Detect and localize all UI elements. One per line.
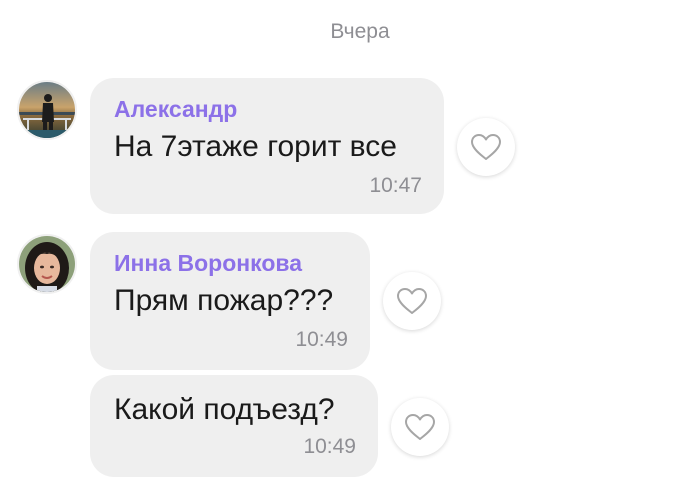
sender-name[interactable]: Инна Воронкова [114,250,302,277]
message-bubble-3[interactable]: Какой подъезд? 10:49 [90,375,378,477]
message-text: Прям пожар??? [114,284,334,317]
date-separator-label: Вчера [330,20,390,43]
message-bubble-1[interactable]: Александр На 7этаже горит все 10:47 [90,78,444,214]
chat-screen: Вчера Александр На 7этаже горит все 10:4… [0,0,676,482]
message-time: 10:47 [369,174,422,197]
message-bubble-2[interactable]: Инна Воронкова Прям пожар??? 10:49 [90,232,370,370]
like-button[interactable] [457,118,515,176]
like-button[interactable] [391,398,449,456]
date-separator: Вчера [0,20,676,44]
sender-name[interactable]: Александр [114,96,237,123]
message-text: На 7этаже горит все [114,130,397,163]
avatar-photo-icon [19,236,75,292]
heart-icon [471,134,501,160]
heart-icon [397,288,427,314]
message-text: Какой подъезд? [114,393,335,426]
avatar-aleksandr[interactable] [17,80,77,140]
avatar-photo-icon [19,82,75,138]
message-time: 10:49 [295,328,348,351]
message-time: 10:49 [303,435,356,458]
heart-icon [405,414,435,440]
avatar-inna-voronkova[interactable] [17,234,77,294]
like-button[interactable] [383,272,441,330]
